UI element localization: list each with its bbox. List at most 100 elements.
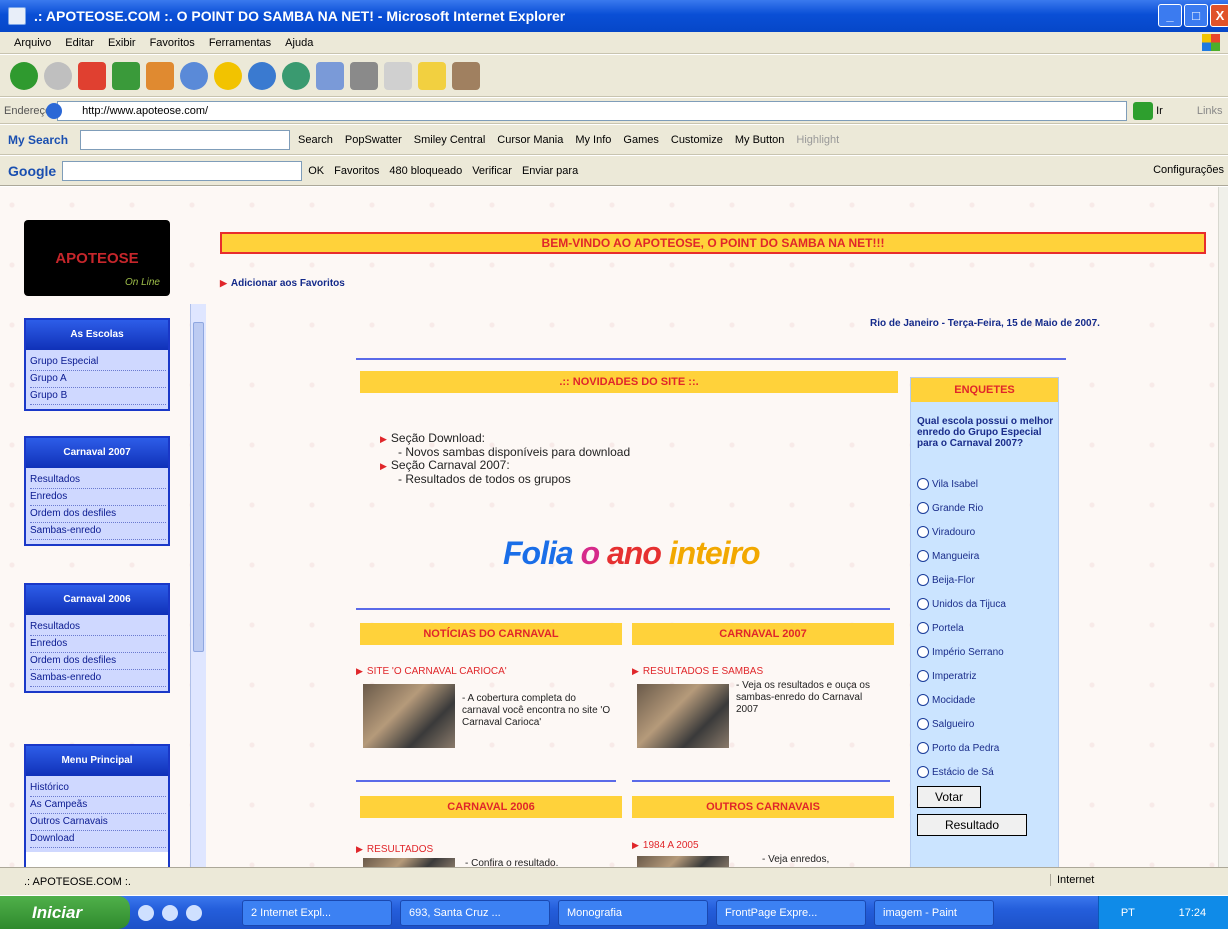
edit-icon[interactable] <box>384 61 412 90</box>
address-input[interactable] <box>57 100 1128 121</box>
mysearch-input[interactable] <box>80 129 291 150</box>
outros-carnavais-link[interactable]: ▶ 1984 A 2005 <box>632 840 699 851</box>
popswatter-button[interactable]: PopSwatter <box>345 134 402 146</box>
google-ok-button[interactable]: OK <box>308 165 324 177</box>
carnaval-2007-thumbnail[interactable] <box>637 684 729 748</box>
page-scrollbar[interactable] <box>1218 187 1228 867</box>
quicklaunch-ie-icon[interactable] <box>138 904 154 921</box>
clock[interactable]: 17:24 <box>1179 907 1207 919</box>
poll-option[interactable]: Mangueira <box>917 550 979 562</box>
stop-icon[interactable] <box>78 61 106 90</box>
media-icon[interactable] <box>248 61 276 90</box>
carnaval-2006-link[interactable]: ▶ RESULTADOS <box>356 844 433 855</box>
poll-option[interactable]: Salgueiro <box>917 718 974 730</box>
google-logo[interactable]: Google <box>8 163 56 179</box>
nav-link[interactable]: Grupo Especial <box>30 354 166 371</box>
minimize-button[interactable]: _ <box>1158 4 1182 27</box>
mysearch-logo[interactable]: My Search <box>8 133 68 147</box>
nav-link[interactable]: Outros Carnavais <box>30 814 166 831</box>
menu-exibir[interactable]: Exibir <box>108 37 136 49</box>
my-info-button[interactable]: My Info <box>575 134 611 146</box>
menu-favoritos[interactable]: Favoritos <box>150 37 195 49</box>
links-button[interactable]: Links <box>1197 105 1223 117</box>
language-indicator[interactable]: PT <box>1121 907 1135 919</box>
go-arrow-icon[interactable] <box>1133 101 1154 120</box>
quicklaunch-app-icon[interactable] <box>186 904 202 921</box>
notes-icon[interactable] <box>418 61 446 90</box>
menu-ajuda[interactable]: Ajuda <box>285 37 313 49</box>
noticias-link[interactable]: ▶ SITE 'O CARNAVAL CARIOCA' <box>356 666 507 677</box>
nav-link[interactable]: As Campeãs <box>30 797 166 814</box>
my-button[interactable]: My Button <box>735 134 785 146</box>
refresh-icon[interactable] <box>112 61 140 90</box>
poll-option[interactable]: Império Serrano <box>917 646 1004 658</box>
start-button[interactable]: Iniciar <box>0 896 130 929</box>
poll-option[interactable]: Estácio de Sá <box>917 766 994 778</box>
nav-link[interactable]: Ordem dos desfiles <box>30 506 166 523</box>
nav-link[interactable]: Ordem dos desfiles <box>30 653 166 670</box>
poll-option[interactable]: Beija-Flor <box>917 574 975 586</box>
cursor-mania-button[interactable]: Cursor Mania <box>497 134 563 146</box>
smiley-central-button[interactable]: Smiley Central <box>414 134 486 146</box>
poll-option[interactable]: Imperatriz <box>917 670 976 682</box>
close-button[interactable]: X <box>1210 4 1228 27</box>
search-icon[interactable] <box>180 61 208 90</box>
print-icon[interactable] <box>350 61 378 90</box>
poll-option[interactable]: Unidos da Tijuca <box>917 598 1006 610</box>
quicklaunch-media-icon[interactable] <box>162 904 178 921</box>
add-favorites-link[interactable]: ▶ Adicionar aos Favoritos <box>220 278 345 289</box>
task-monografia[interactable]: Monografia <box>558 899 708 926</box>
site-logo-sub: On Line <box>124 277 160 288</box>
nav-link[interactable]: Sambas-enredo <box>30 670 166 687</box>
nav-scrollbar[interactable] <box>190 304 206 870</box>
poll-option[interactable]: Mocidade <box>917 694 975 706</box>
mail-icon[interactable] <box>316 61 344 90</box>
verificar-button[interactable]: Verificar <box>472 165 512 177</box>
nav-link[interactable]: Enredos <box>30 489 166 506</box>
task-santa-cruz[interactable]: 693, Santa Cruz ... <box>400 899 550 926</box>
highlight-button[interactable]: Highlight <box>796 134 839 146</box>
nav-link[interactable]: Histórico <box>30 780 166 797</box>
history-icon[interactable] <box>282 61 310 90</box>
configuracoes-button[interactable]: Configurações <box>1153 164 1224 176</box>
poll-option[interactable]: Vila Isabel <box>917 478 978 490</box>
mysearch-search-button[interactable]: Search <box>298 134 333 146</box>
nav-link[interactable]: Download <box>30 831 166 848</box>
google-favoritos-button[interactable]: Favoritos <box>334 165 379 177</box>
site-logo[interactable]: APOTEOSE On Line <box>24 220 170 296</box>
task-frontpage[interactable]: FrontPage Expre... <box>716 899 866 926</box>
nav-link[interactable]: Resultados <box>30 472 166 489</box>
home-icon[interactable] <box>146 61 174 90</box>
poll-option[interactable]: Grande Rio <box>917 502 983 514</box>
nav-link[interactable]: Enredos <box>30 636 166 653</box>
list-item[interactable]: ▶ Seção Carnaval 2007: <box>380 459 630 473</box>
noticias-thumbnail[interactable] <box>363 684 455 748</box>
enviar-para-button[interactable]: Enviar para <box>522 165 578 177</box>
poll-option[interactable]: Portela <box>917 622 964 634</box>
nav-link[interactable]: Grupo B <box>30 388 166 405</box>
list-item[interactable]: ▶ Seção Download: <box>380 432 630 446</box>
menu-arquivo[interactable]: Arquivo <box>14 37 51 49</box>
favorites-star-icon[interactable] <box>214 61 242 90</box>
nav-link[interactable]: Grupo A <box>30 371 166 388</box>
vote-button[interactable]: Votar <box>917 786 981 808</box>
messenger-icon[interactable] <box>452 61 480 90</box>
task-ie[interactable]: 2 Internet Expl... <box>242 899 392 926</box>
popup-blocked-badge[interactable]: 480 bloqueado <box>389 165 462 177</box>
menu-editar[interactable]: Editar <box>65 37 94 49</box>
go-button[interactable]: Ir <box>1156 105 1163 117</box>
nav-link[interactable]: Sambas-enredo <box>30 523 166 540</box>
customize-button[interactable]: Customize <box>671 134 723 146</box>
carnaval-2007-link[interactable]: ▶ RESULTADOS E SAMBAS <box>632 666 763 677</box>
poll-option[interactable]: Viradouro <box>917 526 975 538</box>
result-button[interactable]: Resultado <box>917 814 1027 836</box>
google-search-input[interactable] <box>62 160 303 181</box>
poll-option[interactable]: Porto da Pedra <box>917 742 999 754</box>
back-icon[interactable] <box>10 61 38 90</box>
menu-ferramentas[interactable]: Ferramentas <box>209 37 271 49</box>
maximize-button[interactable]: □ <box>1184 4 1208 27</box>
games-button[interactable]: Games <box>623 134 658 146</box>
forward-icon[interactable] <box>44 61 72 90</box>
task-paint[interactable]: imagem - Paint <box>874 899 994 926</box>
nav-link[interactable]: Resultados <box>30 619 166 636</box>
